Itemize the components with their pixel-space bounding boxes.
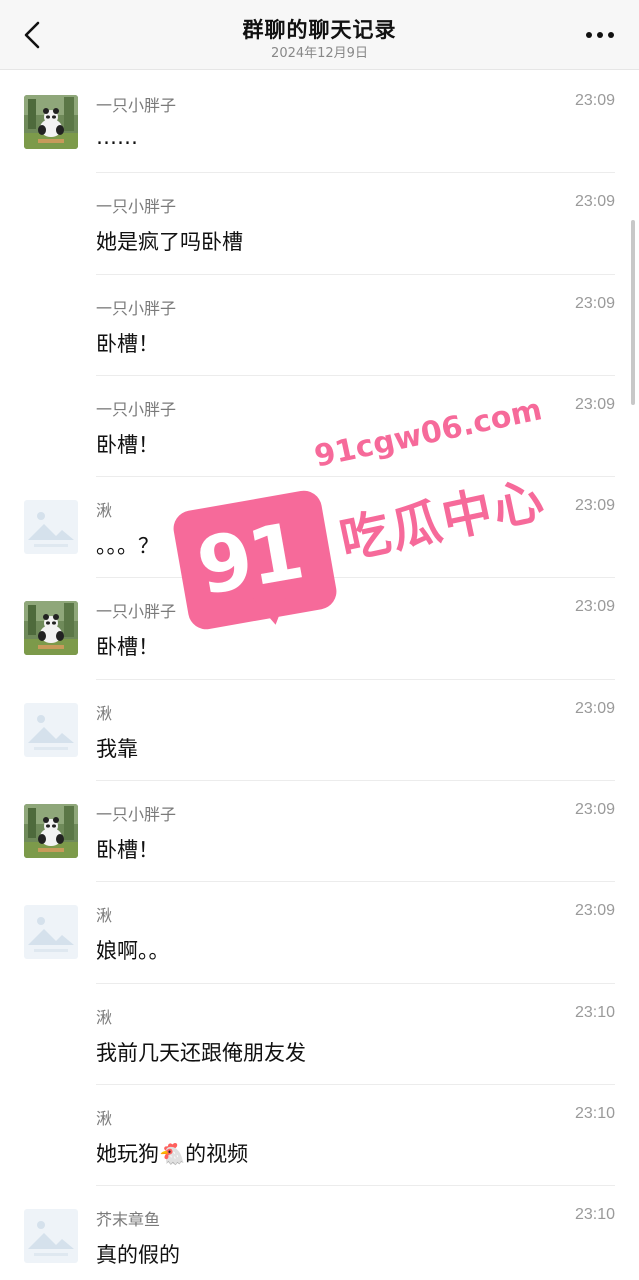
message-row[interactable]: 一只小胖子 23:09 卧槽！ <box>0 376 639 478</box>
sender-name: 湫 <box>96 1108 113 1128</box>
sender-name: 湫 <box>96 906 113 926</box>
message-text: 卧槽！ <box>96 635 159 660</box>
sender-name: 一只小胖子 <box>96 197 177 217</box>
message-text: 我前几天还跟俺朋友发 <box>96 1040 306 1065</box>
message-text: 卧槽！ <box>96 331 159 356</box>
avatar[interactable] <box>24 702 78 757</box>
message-row[interactable]: 芥末章鱼 23:10 真的假的 <box>0 1186 639 1280</box>
sender-name: 湫 <box>96 1007 113 1027</box>
message-text: 娘啊。。 <box>96 939 170 964</box>
message-time: 23:09 <box>574 598 615 616</box>
message-time: 23:09 <box>574 902 615 920</box>
sender-name: 一只小胖子 <box>96 805 177 825</box>
message-time: 23:09 <box>574 699 615 717</box>
page-title: 群聊的聊天记录 <box>242 18 397 42</box>
message-time: 23:09 <box>574 193 615 211</box>
avatar[interactable] <box>24 1209 78 1264</box>
message-row[interactable]: 湫 23:10 她玩狗🐔的视频 <box>0 1085 639 1187</box>
message-time: 23:09 <box>574 294 615 312</box>
navigation-bar: 群聊的聊天记录 2024年12月9日 <box>0 0 639 70</box>
avatar[interactable] <box>24 500 78 555</box>
message-time: 23:09 <box>574 801 615 819</box>
message-row[interactable]: 一只小胖子 23:09 卧槽！ <box>0 781 639 883</box>
message-text: 真的假的 <box>96 1243 180 1268</box>
message-row[interactable]: 一只小胖子 23:09 卧槽！ <box>0 275 639 376</box>
message-row[interactable]: 一只小胖子 23:09 卧槽！ <box>0 578 639 680</box>
message-time: 23:09 <box>574 395 615 413</box>
avatar[interactable] <box>24 905 78 960</box>
sender-name: 一只小胖子 <box>96 298 177 318</box>
message-time: 23:09 <box>574 497 615 515</box>
message-list: 一只小胖子 23:09…… 一只小胖子 23:09 她是疯了吗卧槽 一只小胖子 23:09 卧… <box>0 72 639 1280</box>
sender-name: 芥末章鱼 <box>96 1210 161 1230</box>
sender-name: 一只小胖子 <box>96 96 177 115</box>
message-row[interactable]: 一只小胖子 23:09 …… <box>0 72 639 174</box>
sender-name: 湫 <box>96 703 113 723</box>
message-text: 她玩狗🐔的视频 <box>96 1141 249 1166</box>
more-dots-icon[interactable] <box>583 22 617 48</box>
page-subtitle-date: 2024年12月9日 <box>271 46 368 61</box>
message-text: …… <box>96 125 138 149</box>
message-time: 23:10 <box>574 1003 615 1021</box>
message-time: 23:09 <box>574 92 615 109</box>
message-time: 23:10 <box>574 1104 615 1122</box>
message-row[interactable]: 湫 23:10 我前几天还跟俺朋友发 <box>0 984 639 1085</box>
message-text: 。。。？ <box>96 534 159 559</box>
sender-name: 湫 <box>96 501 113 521</box>
avatar[interactable] <box>24 601 78 656</box>
message-row[interactable]: 湫 23:09 。。。？ <box>0 477 639 579</box>
message-row[interactable]: 湫 23:09 我靠 <box>0 680 639 782</box>
message-row[interactable]: 湫 23:09 娘啊。。 <box>0 882 639 984</box>
message-text: 卧槽！ <box>96 838 159 863</box>
message-text: 她是疯了吗卧槽 <box>96 230 243 255</box>
scrollbar[interactable] <box>631 220 635 405</box>
sender-name: 一只小胖子 <box>96 399 177 419</box>
message-time: 23:10 <box>574 1206 615 1224</box>
message-text: 我靠 <box>96 736 138 761</box>
avatar[interactable] <box>24 95 78 149</box>
message-row[interactable]: 一只小胖子 23:09 她是疯了吗卧槽 <box>0 173 639 275</box>
message-text: 卧槽！ <box>96 432 159 457</box>
avatar[interactable] <box>24 804 78 859</box>
sender-name: 一只小胖子 <box>96 602 177 622</box>
